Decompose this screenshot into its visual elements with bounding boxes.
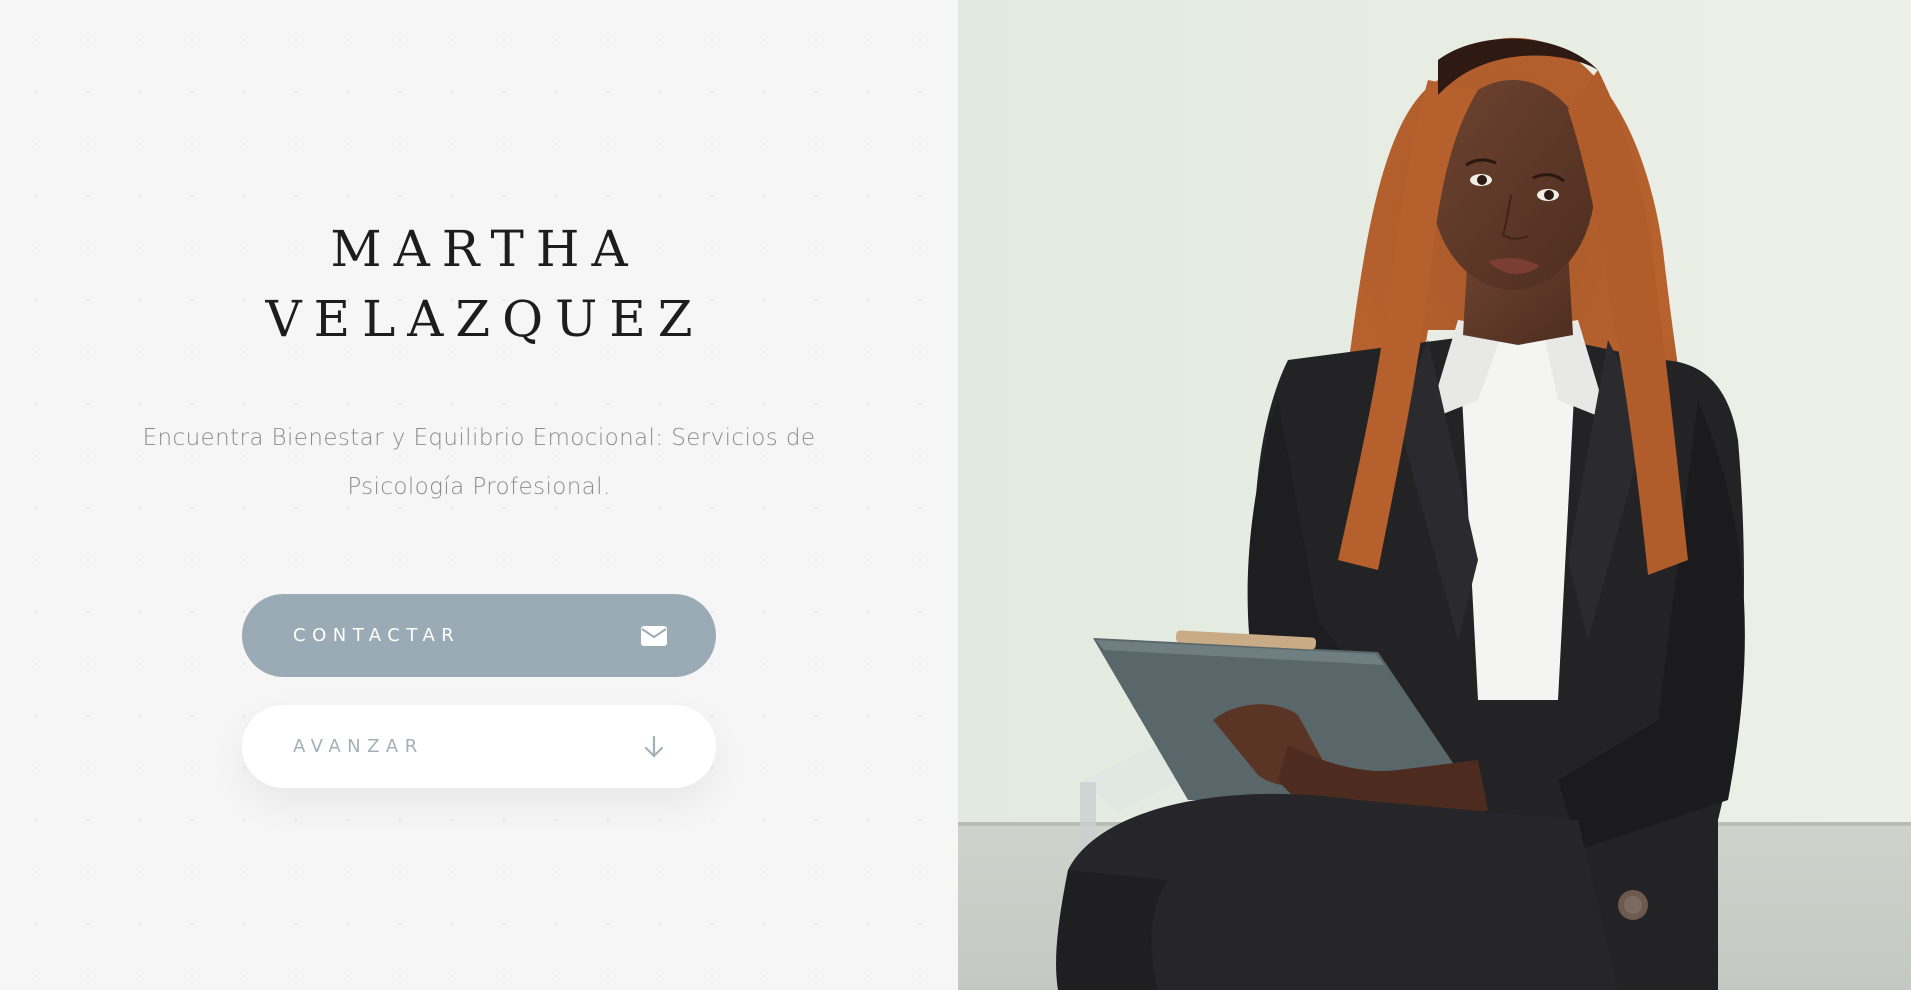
portrait-illustration	[958, 0, 1911, 990]
tagline: Encuentra Bienestar y Equilibrio Emocion…	[142, 425, 816, 500]
page: MARTHA VELAZQUEZ Encuentra Bienestar y E…	[0, 0, 1911, 990]
advance-button-label: AVANZAR	[293, 736, 424, 757]
envelope-icon	[640, 622, 668, 650]
arrow-down-icon	[640, 733, 668, 761]
hero-panel: MARTHA VELAZQUEZ Encuentra Bienestar y E…	[0, 0, 958, 990]
site-title: MARTHA VELAZQUEZ	[253, 214, 704, 354]
title-line-first: MARTHA	[330, 220, 640, 278]
portrait-photo	[958, 0, 1911, 990]
title-line-last: VELAZQUEZ	[265, 290, 705, 348]
contact-button-label: CONTACTAR	[293, 625, 461, 646]
advance-button[interactable]: AVANZAR	[242, 705, 716, 788]
contact-button[interactable]: CONTACTAR	[242, 594, 716, 677]
